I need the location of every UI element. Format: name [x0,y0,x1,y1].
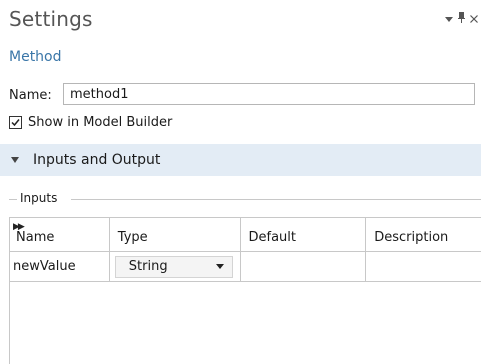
cell-description[interactable] [366,252,481,281]
column-header-label: Name [16,230,55,245]
cell-default[interactable] [241,252,367,281]
close-icon[interactable] [470,13,478,26]
table-row[interactable]: newValue String [10,252,481,282]
inputs-table: ▶▶ Name Type Default Description newValu… [9,217,481,364]
show-in-model-builder-checkbox[interactable] [9,116,22,129]
column-header-label: Default [248,230,297,245]
node-type-subtitle: Method [9,49,62,65]
chevron-down-icon [215,264,224,269]
column-header-type[interactable]: Type [110,218,241,251]
table-header: ▶▶ Name Type Default Description [10,218,481,252]
section-title: Inputs and Output [33,152,161,168]
show-in-model-builder-label: Show in Model Builder [28,115,173,130]
window-controls [445,12,478,26]
type-dropdown-value: String [128,259,168,274]
inputs-group-label: Inputs [20,191,58,205]
column-header-label: Description [374,230,449,245]
column-header-default[interactable]: Default [241,218,367,251]
cell-name[interactable]: newValue [10,252,110,281]
name-label: Name: [9,88,52,103]
expand-columns-icon[interactable]: ▶▶ [13,222,25,232]
show-in-model-builder-row[interactable]: Show in Model Builder [9,115,172,130]
group-divider [9,199,17,200]
pin-icon[interactable] [458,12,465,26]
section-inputs-and-output[interactable]: Inputs and Output [0,144,481,176]
settings-title: Settings [9,7,93,31]
type-dropdown[interactable]: String [114,255,233,278]
checkmark-icon [11,119,20,127]
column-header-label: Type [117,230,148,245]
cell-type[interactable]: String [110,252,241,281]
chevron-down-icon[interactable] [445,13,453,26]
group-divider [71,199,481,200]
column-header-description[interactable]: Description [366,218,481,251]
column-header-name[interactable]: ▶▶ Name [10,218,110,251]
name-field[interactable] [63,83,475,105]
triangle-down-icon [11,157,19,163]
